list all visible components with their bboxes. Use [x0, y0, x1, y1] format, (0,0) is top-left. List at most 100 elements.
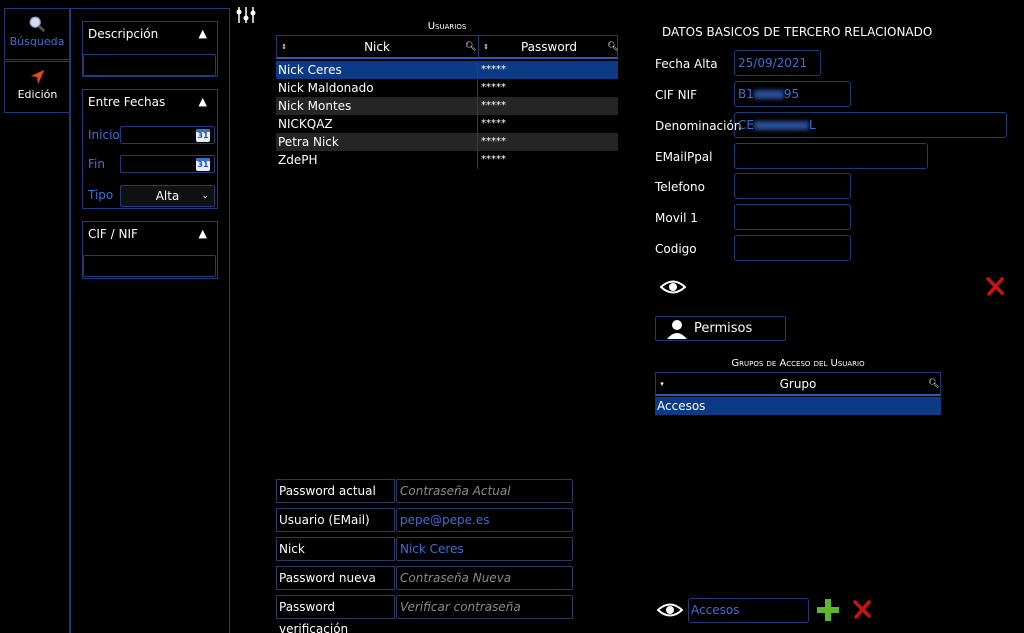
permisos-button[interactable]: Permisos — [655, 316, 786, 341]
table-row[interactable]: NICKQAZ ***** — [276, 115, 618, 133]
permisos-label: Permisos — [694, 321, 753, 336]
filter-descripcion-title: Descripción — [88, 27, 159, 41]
password-actual-label: Password actual — [276, 479, 395, 503]
search-icon[interactable]: 🔍︎ — [928, 373, 939, 395]
tab-edicion-label: Edición — [17, 88, 58, 101]
cell-password: ***** — [481, 154, 506, 165]
magnifier-icon — [29, 16, 46, 33]
descripcion-input[interactable] — [83, 54, 216, 76]
user-icon — [667, 320, 687, 339]
telefono-label: Telefono — [655, 180, 705, 194]
tab-busqueda[interactable]: Búsqueda — [4, 8, 70, 60]
fecha-alta-label: Fecha Alta — [655, 57, 718, 71]
filter-cif: CIF / NIF ▲ — [82, 221, 218, 279]
tab-busqueda-label: Búsqueda — [9, 35, 65, 48]
table-row[interactable]: Nick Maldonado ***** — [276, 79, 618, 97]
inicio-label: Inicio — [88, 128, 120, 142]
search-icon[interactable]: 🔍︎ — [607, 36, 618, 58]
movil-label: Movil 1 — [655, 211, 698, 225]
grupos-title: Grupos de Acceso del Usuario — [731, 358, 865, 369]
movil-field[interactable] — [734, 204, 851, 230]
delete-x-icon[interactable] — [852, 599, 872, 619]
collapse-triangle-icon[interactable]: ▲ — [199, 95, 207, 108]
sliders-icon[interactable] — [236, 6, 256, 24]
password-verificacion-label: Password verificación — [276, 595, 395, 633]
password-actual-placeholder: Contraseña Actual — [400, 484, 511, 498]
column-grupo[interactable]: Grupo — [656, 373, 940, 395]
inicio-date-input[interactable]: 31 — [120, 126, 215, 144]
cell-password: ***** — [481, 64, 506, 75]
column-password[interactable]: Password — [479, 36, 619, 58]
denominacion-prefix: CE — [738, 118, 754, 132]
password-nueva-placeholder: Contraseña Nueva — [400, 571, 512, 585]
grupos-table-header: ▾ Grupo 🔍︎ — [655, 372, 941, 396]
tab-edicion[interactable]: Edición — [4, 61, 70, 113]
denominacion-field[interactable]: CE L — [734, 112, 1007, 138]
cell-password: ***** — [481, 100, 506, 111]
redacted-blur — [753, 90, 784, 99]
tab-column: Búsqueda Edición — [0, 8, 70, 633]
eye-icon[interactable] — [660, 279, 686, 295]
fecha-alta-field[interactable]: 25/09/2021 — [734, 50, 821, 76]
denominacion-label: Denominación — [655, 119, 742, 133]
cif-nif-label: CIF NIF — [655, 88, 698, 102]
eye-icon[interactable] — [657, 602, 683, 618]
cif-input[interactable] — [83, 255, 216, 277]
denominacion-suffix: L — [808, 118, 816, 132]
calendar-icon[interactable]: 31 — [196, 129, 210, 142]
codigo-label: Codigo — [655, 242, 697, 256]
usuarios-table-header: ⇕ Nick 🔍︎ ⇕ Password 🔍︎ — [276, 35, 618, 59]
table-row[interactable]: Accesos — [655, 397, 941, 415]
cell-nick: Petra Nick — [278, 135, 339, 149]
usuario-email-label: Usuario (EMail) — [276, 508, 395, 532]
column-divider — [477, 61, 478, 169]
search-icon[interactable]: 🔍︎ — [465, 36, 476, 58]
cif-nif-suffix: 95 — [783, 87, 800, 101]
table-row[interactable]: Nick Ceres ***** — [276, 61, 618, 79]
filter-fechas-title: Entre Fechas — [88, 95, 166, 109]
fin-date-input[interactable]: 31 — [120, 155, 215, 173]
cif-nif-prefix: B1 — [738, 87, 754, 101]
collapse-triangle-icon[interactable]: ▲ — [199, 227, 207, 240]
tipo-label: Tipo — [88, 188, 114, 202]
password-actual-field[interactable]: Contraseña Actual — [396, 479, 573, 503]
usuarios-title: Usuarios — [427, 21, 467, 32]
grupo-input[interactable]: Accesos — [688, 598, 809, 623]
password-verificacion-placeholder: Verificar contraseña — [400, 600, 521, 614]
filter-descripcion: Descripción ▲ — [82, 21, 218, 77]
tipo-select[interactable]: Alta ⌄ — [120, 185, 215, 207]
filter-fechas: Entre Fechas ▲ Inicio 31 Fin 31 Tipo Alt… — [82, 89, 218, 209]
cell-password: ***** — [481, 136, 506, 147]
arrow-pointer-icon — [30, 69, 44, 85]
email-label: EMailPpal — [655, 150, 713, 164]
table-row[interactable]: Nick Montes ***** — [276, 97, 618, 115]
cell-nick: NICKQAZ — [278, 117, 333, 131]
password-nueva-field[interactable]: Contraseña Nueva — [396, 566, 573, 590]
delete-x-icon[interactable] — [985, 276, 1005, 296]
tercero-title: DATOS BASICOS DE TERCERO RELACIONADO — [662, 25, 933, 39]
nick-field[interactable]: Nick Ceres — [396, 537, 573, 561]
usuario-email-field[interactable]: pepe@pepe.es — [396, 508, 573, 532]
redacted-blur — [753, 121, 809, 130]
cell-nick: Nick Montes — [278, 99, 352, 113]
column-nick[interactable]: Nick — [277, 36, 477, 58]
password-nueva-label: Password nueva — [276, 566, 395, 590]
chevron-down-icon: ⌄ — [201, 191, 209, 201]
collapse-triangle-icon[interactable]: ▲ — [199, 27, 207, 40]
add-plus-icon[interactable] — [816, 598, 840, 622]
email-field[interactable] — [734, 143, 928, 169]
table-row[interactable]: ZdePH ***** — [276, 151, 618, 169]
codigo-field[interactable] — [734, 235, 851, 261]
cell-nick: Nick Ceres — [278, 63, 342, 77]
cell-nick: Nick Maldonado — [278, 81, 374, 95]
cell-nick: ZdePH — [278, 153, 318, 167]
cif-nif-field[interactable]: B1 95 — [734, 81, 851, 107]
password-verificacion-field[interactable]: Verificar contraseña — [396, 595, 573, 619]
cell-password: ***** — [481, 82, 506, 93]
table-row[interactable]: Petra Nick ***** — [276, 133, 618, 151]
cell-password: ***** — [481, 118, 506, 129]
calendar-icon[interactable]: 31 — [196, 158, 210, 171]
filter-panel: Descripción ▲ Entre Fechas ▲ Inicio 31 F… — [70, 8, 230, 633]
telefono-field[interactable] — [734, 173, 851, 199]
filter-cif-title: CIF / NIF — [88, 227, 138, 241]
